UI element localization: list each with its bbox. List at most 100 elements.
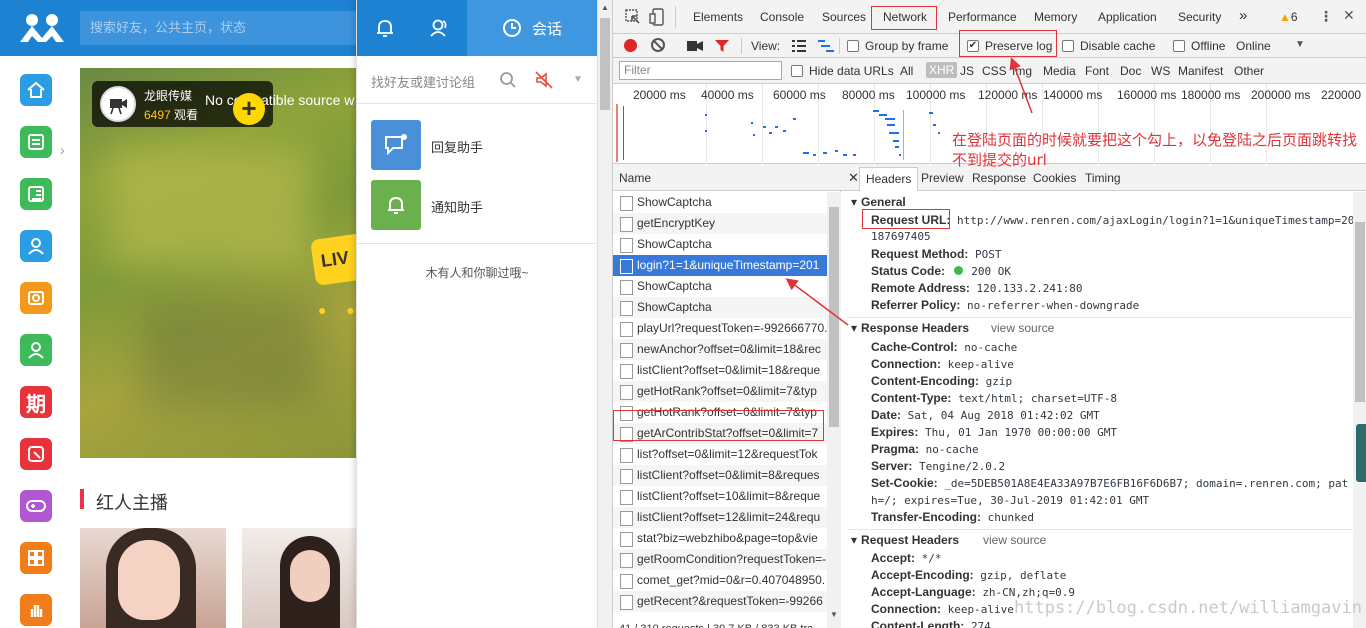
renren-logo-icon[interactable]	[18, 12, 66, 44]
anchor-avatar[interactable]	[100, 86, 136, 122]
user-icon[interactable]	[20, 230, 52, 262]
disable-cache-checkbox[interactable]: Disable cache	[1062, 39, 1155, 53]
news-icon[interactable]	[20, 178, 52, 210]
site-search-input[interactable]: 搜索好友，公共主页，状态	[80, 11, 356, 45]
request-list-scrollbar[interactable]: ▼	[827, 192, 841, 628]
game-icon[interactable]	[20, 490, 52, 522]
filter-type-media[interactable]: Media	[1043, 64, 1076, 78]
request-row[interactable]: list?offset=0&limit=12&requestTok	[613, 444, 827, 465]
request-row[interactable]: listClient?offset=0&limit=8&reques	[613, 465, 827, 486]
screenshot-icon[interactable]	[687, 40, 703, 52]
view-source-link[interactable]: view source	[983, 533, 1046, 547]
notice-assistant-label[interactable]: 通知助手	[431, 197, 483, 216]
page-scrollbar[interactable]: ▲	[597, 0, 612, 628]
clear-button[interactable]	[651, 38, 665, 52]
tab-sources[interactable]: Sources	[822, 10, 866, 24]
request-row[interactable]: comet_get?mid=0&r=0.407048950.	[613, 570, 827, 591]
checkbox-box[interactable]	[847, 40, 859, 52]
request-headers-toggle[interactable]: Request Headers	[851, 533, 959, 547]
tab-preview[interactable]: Preview	[921, 171, 964, 185]
request-row[interactable]: ShowCaptcha	[613, 297, 827, 318]
request-row[interactable]: listClient?offset=12&limit=24&requ	[613, 507, 827, 528]
notifications-tab[interactable]	[357, 0, 412, 56]
scrollbar-thumb[interactable]	[600, 18, 610, 110]
hand-icon[interactable]	[20, 594, 52, 626]
tab-performance[interactable]: Performance	[948, 10, 1017, 24]
request-row[interactable]: listClient?offset=0&limit=18&reque	[613, 360, 827, 381]
name-column-header[interactable]: Name	[613, 164, 841, 191]
waterfall-icon[interactable]	[818, 40, 834, 52]
nav-expand-icon[interactable]: ›	[60, 142, 65, 158]
list-view-icon[interactable]	[792, 40, 806, 52]
filter-icon[interactable]	[715, 40, 729, 52]
anchor-thumbnail[interactable]	[242, 528, 356, 628]
chevron-down-icon[interactable]: ▼	[573, 74, 583, 85]
request-row[interactable]: getEncryptKey	[613, 213, 827, 234]
tab-security[interactable]: Security	[1178, 10, 1221, 24]
request-row[interactable]: ShowCaptcha	[613, 234, 827, 255]
kebab-menu-icon[interactable]: ⋮	[1319, 8, 1333, 25]
home-icon[interactable]	[20, 74, 52, 106]
filter-type-img[interactable]: Img	[1012, 64, 1032, 78]
request-row[interactable]: playUrl?requestToken=-992666770.	[613, 318, 827, 339]
request-row[interactable]: listClient?offset=10&limit=8&reque	[613, 486, 827, 507]
more-tabs-button[interactable]: »	[1239, 7, 1247, 24]
close-icon[interactable]: ✕	[848, 170, 859, 186]
mute-icon[interactable]	[534, 70, 554, 90]
group-by-frame-checkbox[interactable]: Group by frame	[847, 39, 948, 53]
share-icon[interactable]	[20, 438, 52, 470]
list-icon[interactable]	[20, 126, 52, 158]
period-icon[interactable]: 期	[20, 386, 52, 418]
response-headers-toggle[interactable]: Response Headers	[851, 321, 969, 335]
checkbox-box[interactable]	[1062, 40, 1074, 52]
friends-tab[interactable]	[412, 0, 467, 56]
photo-icon[interactable]	[20, 282, 52, 314]
friends-icon[interactable]	[20, 334, 52, 366]
device-toolbar-icon[interactable]	[649, 8, 665, 26]
filter-type-all[interactable]: All	[900, 64, 913, 78]
tab-application[interactable]: Application	[1098, 10, 1157, 24]
request-row-selected[interactable]: login?1=1&uniqueTimestamp=201	[613, 255, 827, 276]
follow-button[interactable]: +	[233, 93, 265, 125]
tab-console[interactable]: Console	[760, 10, 804, 24]
throttling-select[interactable]: Online	[1236, 39, 1271, 53]
apps-icon[interactable]	[20, 542, 52, 574]
filter-input[interactable]: Filter	[619, 61, 782, 80]
general-section-toggle[interactable]: General	[851, 195, 906, 209]
close-icon[interactable]: ✕	[1343, 7, 1355, 24]
notice-assistant-avatar[interactable]	[371, 180, 421, 230]
warning-counter[interactable]: ▲6	[1279, 10, 1298, 24]
filter-type-manifest[interactable]: Manifest	[1178, 64, 1223, 78]
request-row[interactable]: stat?biz=webzhibo&page=top&vie	[613, 528, 827, 549]
filter-type-other[interactable]: Other	[1234, 64, 1264, 78]
offline-checkbox[interactable]: Offline	[1173, 39, 1225, 53]
filter-type-js[interactable]: JS	[960, 64, 974, 78]
reply-assistant-label[interactable]: 回复助手	[431, 137, 483, 156]
session-tab[interactable]: 会话	[467, 0, 597, 56]
request-row[interactable]: getHotRank?offset=0&limit=7&typ	[613, 381, 827, 402]
scroll-up-icon[interactable]: ▲	[601, 3, 609, 12]
view-source-link[interactable]: view source	[991, 321, 1054, 335]
filter-type-font[interactable]: Font	[1085, 64, 1109, 78]
tab-response[interactable]: Response	[972, 171, 1026, 185]
tab-elements[interactable]: Elements	[693, 10, 743, 24]
tab-cookies[interactable]: Cookies	[1033, 171, 1076, 185]
tab-timing[interactable]: Timing	[1085, 171, 1121, 185]
request-row[interactable]: ShowCaptcha	[613, 192, 827, 213]
request-row[interactable]: getRoomCondition?requestToken=-	[613, 549, 827, 570]
hide-data-urls-checkbox[interactable]: Hide data URLs	[791, 64, 894, 78]
scrollbar-thumb[interactable]	[1355, 222, 1365, 402]
scrollbar-thumb[interactable]	[829, 207, 839, 427]
side-widget[interactable]	[1356, 424, 1366, 482]
detail-scrollbar[interactable]	[1353, 192, 1366, 628]
record-button[interactable]	[624, 39, 637, 52]
checkbox-box[interactable]	[791, 65, 803, 77]
chat-search-input[interactable]: 找好友或建讨论组	[371, 72, 475, 91]
anchor-thumbnail[interactable]	[80, 528, 226, 628]
tab-headers[interactable]: Headers	[859, 167, 919, 191]
filter-type-ws[interactable]: WS	[1151, 64, 1170, 78]
request-row[interactable]: newAnchor?offset=0&limit=18&rec	[613, 339, 827, 360]
filter-type-css[interactable]: CSS	[982, 64, 1007, 78]
search-icon[interactable]	[499, 71, 517, 89]
chevron-down-icon[interactable]: ▼	[1295, 39, 1305, 50]
